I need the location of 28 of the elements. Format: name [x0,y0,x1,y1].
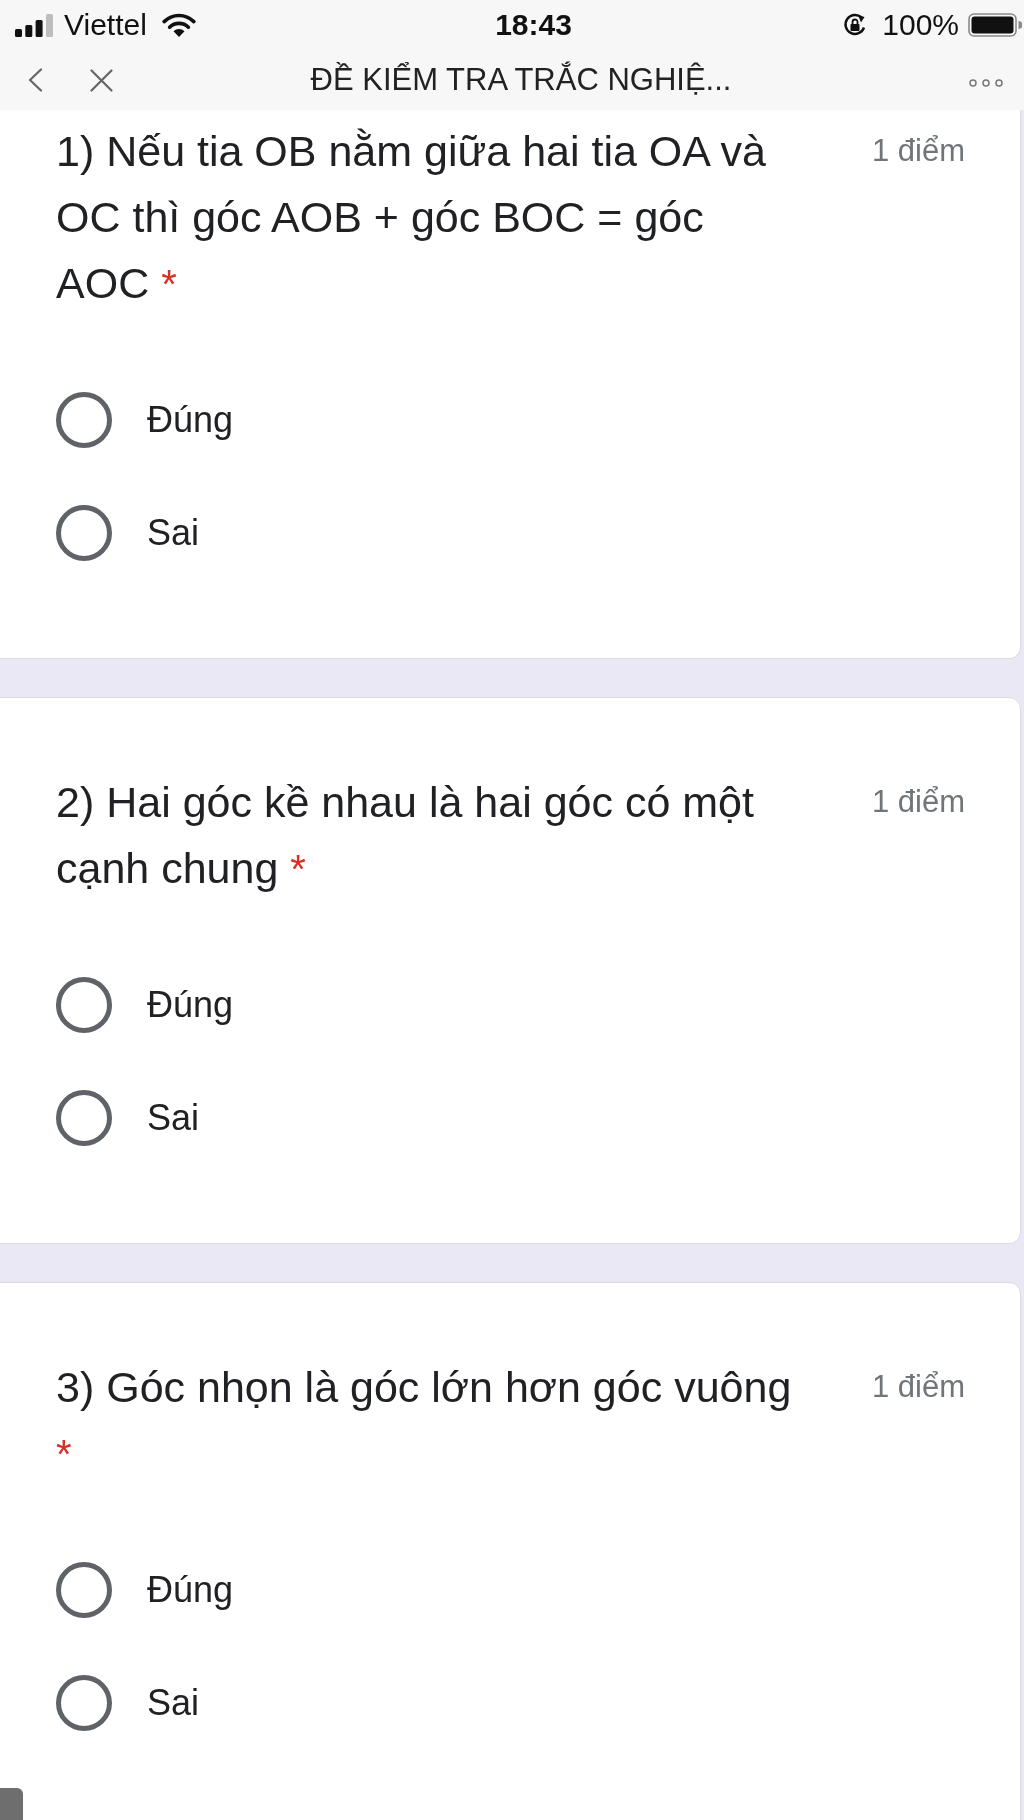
radio-option[interactable]: Đúng [56,392,234,448]
radio-option[interactable]: Đúng [56,1562,234,1618]
battery-icon [968,13,1022,37]
question-text: 2) Hai góc kề nhau là hai góc có một cạnh chung * [56,777,755,894]
wifi-icon [161,13,196,37]
page-title: ĐỀ KIỂM TRA TRẮC NGHIỆ... [310,62,732,98]
radio-icon[interactable] [56,1675,112,1731]
back-icon[interactable] [27,68,43,92]
radio-icon[interactable] [56,1090,112,1146]
close-icon[interactable] [90,68,113,92]
question-text: 3) Góc nhọn là góc lớn hơn góc vuông * [56,1362,793,1478]
radio-option[interactable]: Đúng [56,977,234,1033]
more-icon[interactable] [969,79,1003,87]
question-text: 1) Nếu tia OB nằm giữa hai tia OA và OC thì góc AOB + góc BOC = góc AOC * [56,126,767,309]
radio-option[interactable]: Sai [56,1675,200,1731]
radio-icon[interactable] [56,977,112,1033]
points-label: 1 điểm [871,1368,965,1406]
clock-time: 18:43 [495,8,572,42]
signal-icon [15,13,53,37]
points-label: 1 điểm [871,132,965,170]
radio-icon[interactable] [56,505,112,561]
radio-icon[interactable] [56,1562,112,1618]
radio-option[interactable]: Sai [56,505,200,561]
carrier-name: Viettel [64,8,147,42]
radio-icon[interactable] [56,392,112,448]
battery-percent: 100% [882,8,959,42]
points-label: 1 điểm [871,783,965,821]
radio-option[interactable]: Sai [56,1090,200,1146]
